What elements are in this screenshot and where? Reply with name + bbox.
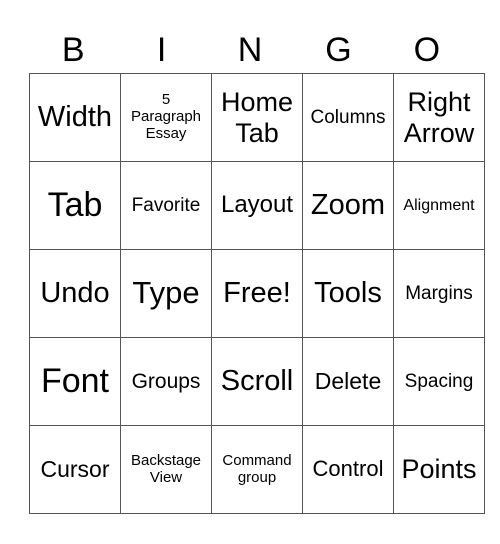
bingo-cell[interactable]: Type bbox=[120, 249, 212, 338]
header-letter-i: I bbox=[156, 31, 167, 69]
bingo-cell[interactable]: Margins bbox=[393, 249, 485, 338]
bingo-cell[interactable]: Home Tab bbox=[211, 73, 303, 162]
bingo-cell[interactable]: Scroll bbox=[211, 337, 303, 426]
grid-row: Width 5 Paragraph Essay Home Tab Columns… bbox=[29, 73, 485, 162]
bingo-cell[interactable]: Delete bbox=[302, 337, 394, 426]
bingo-cell[interactable]: Columns bbox=[302, 73, 394, 162]
bingo-cell[interactable]: Font bbox=[29, 337, 121, 426]
header-letter-n: N bbox=[237, 31, 263, 69]
bingo-cell[interactable]: Zoom bbox=[302, 161, 394, 250]
bingo-cell[interactable]: Alignment bbox=[393, 161, 485, 250]
grid-row: Font Groups Scroll Delete Spacing bbox=[29, 337, 485, 426]
bingo-cell[interactable]: Control bbox=[302, 425, 394, 514]
bingo-cell[interactable]: Tools bbox=[302, 249, 394, 338]
bingo-header: B I N G O bbox=[29, 28, 471, 72]
header-letter-g: G bbox=[325, 31, 352, 69]
bingo-cell[interactable]: Cursor bbox=[29, 425, 121, 514]
bingo-cell[interactable]: Right Arrow bbox=[393, 73, 485, 162]
bingo-cell[interactable]: Layout bbox=[211, 161, 303, 250]
bingo-cell[interactable]: Undo bbox=[29, 249, 121, 338]
bingo-cell[interactable]: Command group bbox=[211, 425, 303, 514]
bingo-cell[interactable]: Points bbox=[393, 425, 485, 514]
grid-row: Cursor Backstage View Command group Cont… bbox=[29, 425, 485, 514]
bingo-cell[interactable]: Spacing bbox=[393, 337, 485, 426]
bingo-grid: Width 5 Paragraph Essay Home Tab Columns… bbox=[29, 73, 485, 514]
bingo-cell free-space[interactable]: Free! bbox=[211, 249, 303, 338]
bingo-cell[interactable]: Backstage View bbox=[120, 425, 212, 514]
bingo-cell[interactable]: 5 Paragraph Essay bbox=[120, 73, 212, 162]
cell-text: 5 Paragraph Essay bbox=[130, 91, 202, 142]
grid-row: Undo Type Free! Tools Margins bbox=[29, 249, 485, 338]
grid-row: Tab Favorite Layout Zoom Alignment bbox=[29, 161, 485, 250]
bingo-cell[interactable]: Tab bbox=[29, 161, 121, 250]
bingo-cell[interactable]: Groups bbox=[120, 337, 212, 426]
bingo-cell[interactable]: Favorite bbox=[120, 161, 212, 250]
header-letter-b: B bbox=[61, 31, 85, 69]
header-letter-o: O bbox=[413, 31, 441, 69]
bingo-cell[interactable]: Width bbox=[29, 73, 121, 162]
